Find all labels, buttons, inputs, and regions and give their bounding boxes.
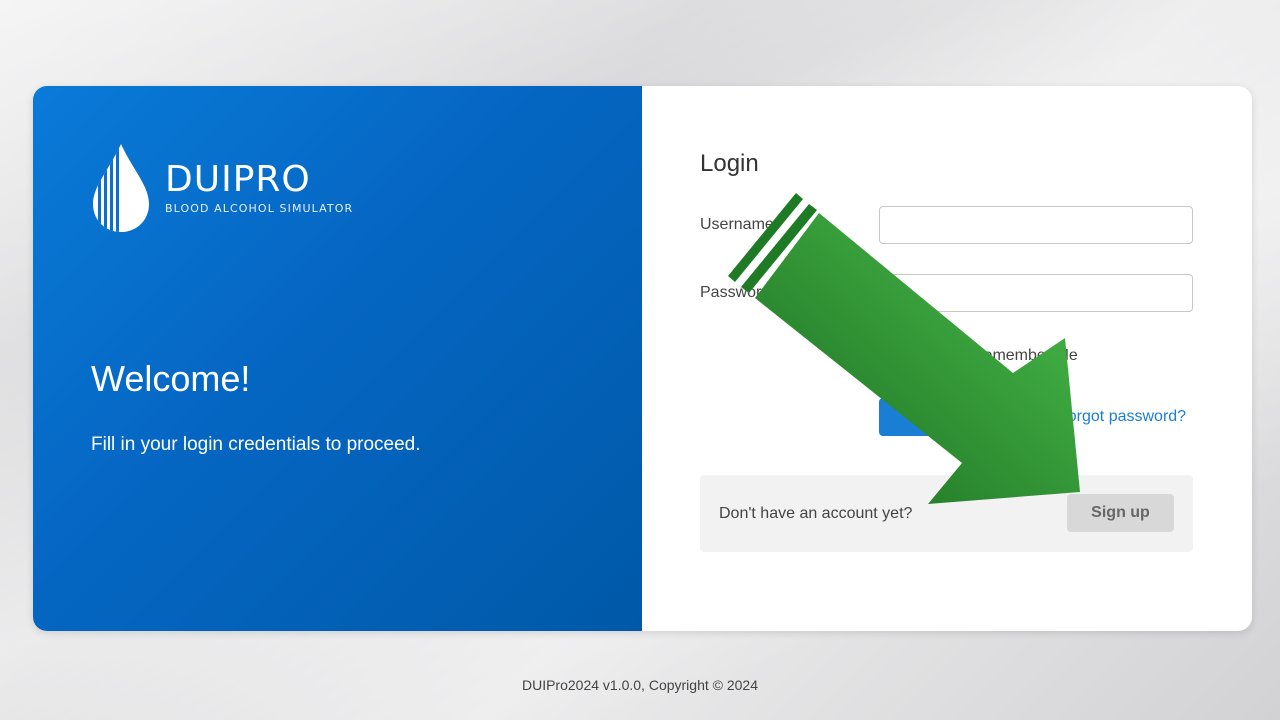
login-button[interactable]: Login xyxy=(879,398,989,436)
welcome-heading: Welcome! xyxy=(91,358,251,399)
login-form-panel: Login Username Password Remember Me Logi… xyxy=(642,86,1252,631)
password-input[interactable] xyxy=(879,274,1193,312)
brand-name: DUIPRO xyxy=(165,158,311,200)
username-input[interactable] xyxy=(879,206,1193,244)
signup-button[interactable]: Sign up xyxy=(1067,494,1174,532)
username-label: Username xyxy=(700,216,774,233)
brand-tagline: BLOOD ALCOHOL SIMULATOR xyxy=(165,201,354,215)
login-title: Login xyxy=(700,150,759,177)
welcome-panel: DUIPRO BLOOD ALCOHOL SIMULATOR Welcome! … xyxy=(33,86,642,631)
login-card: DUIPRO BLOOD ALCOHOL SIMULATOR Welcome! … xyxy=(33,86,1252,631)
signup-section: Don't have an account yet? Sign up xyxy=(700,475,1193,552)
brand-logo: DUIPRO BLOOD ALCOHOL SIMULATOR xyxy=(89,142,353,234)
drop-logo-icon xyxy=(93,144,149,232)
password-label: Password xyxy=(700,284,771,301)
welcome-subtitle: Fill in your login credentials to procee… xyxy=(91,434,421,455)
remember-me-checkbox[interactable]: Remember Me xyxy=(972,347,1078,365)
signup-prompt: Don't have an account yet? xyxy=(719,505,913,522)
forgot-password-link[interactable]: Forgot password? xyxy=(1058,408,1186,426)
footer-copyright: DUIPro2024 v1.0.0, Copyright © 2024 xyxy=(521,677,758,693)
